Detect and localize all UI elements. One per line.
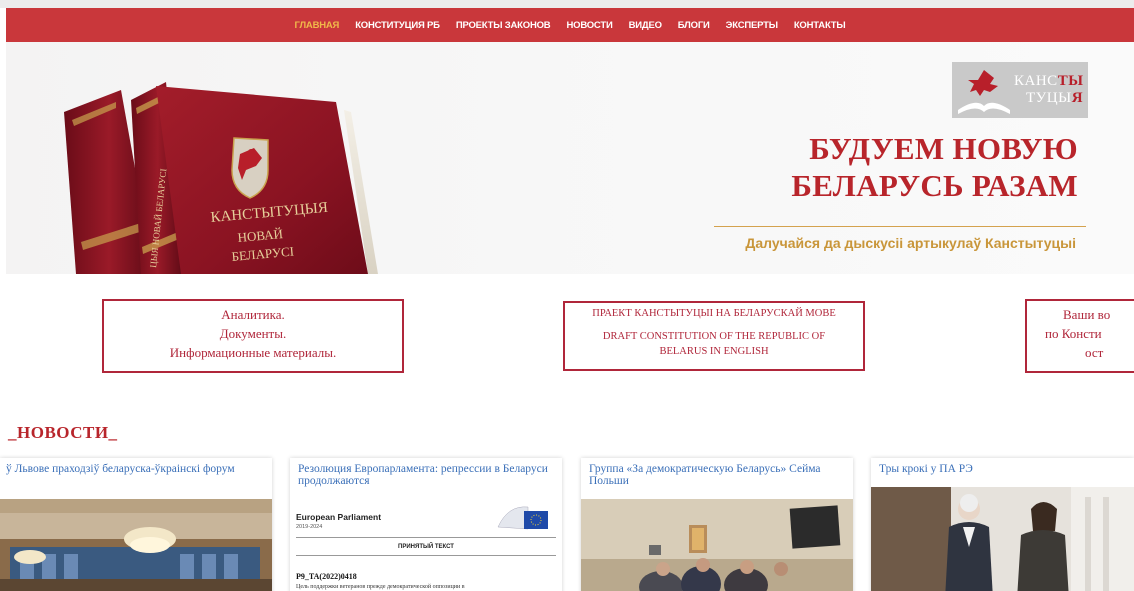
draft-line-en-1: DRAFT CONSTITUTION OF THE REPUBLIC OF [602,331,826,342]
hero-title-line-1: БУДУЕМ НОВУЮ [809,131,1078,166]
nav-item-blogs[interactable]: БЛОГИ [678,20,710,31]
front-book-cover: КАНСТЫТУЦЫЯ НОВАЙ БЕЛАРУСІ [156,86,368,274]
draft-line-en-2: BELARUS IN ENGLISH [659,346,769,357]
analytics-documents-button[interactable]: Аналитика. Документы. Информационные мат… [102,299,404,373]
nav-item-news[interactable]: НОВОСТИ [566,20,612,31]
news-card-poland-sejm[interactable]: Группа «За демократическую Беларусь» Сей… [581,458,853,591]
site-logo[interactable]: КАНСТЫ ТУЦЫЯ [952,62,1088,118]
nav-item-home[interactable]: ГЛАВНАЯ [295,20,340,31]
nav-item-experts[interactable]: ЭКСПЕРТЫ [726,20,778,31]
doc-org: European Parliament [296,512,382,522]
hero-banner: КАНСТЫТУЦЫЯ НОВАЙ БЕЛАРУСІ ЦЫЯ НОВАЙ БЕЛ… [6,42,1134,274]
news-card-image[interactable] [0,499,272,591]
doc-label: ПРИНЯТЫЙ ТЕКСТ [398,544,454,550]
nav-item-contacts[interactable]: КОНТАКТЫ [794,20,846,31]
analytics-line-1: Аналитика. [221,307,285,322]
analytics-line-2: Документы. [219,326,287,341]
questions-line-3: ост [1085,345,1104,360]
doc-body: Цель поддержки ветеранов прежде демократ… [296,584,465,590]
news-card-title[interactable]: Резолюция Европарламента: репрессии в Бе… [298,463,552,487]
hero-title: БУДУЕМ НОВУЮ БЕЛАРУСЬ РАЗАМ [791,130,1078,204]
constitution-book-image: КАНСТЫТУЦЫЯ НОВАЙ БЕЛАРУСІ ЦЫЯ НОВАЙ БЕЛ… [6,42,426,274]
nav-item-video[interactable]: ВИДЕО [629,20,662,31]
doc-ref: P9_TA(2022)0418 [296,572,357,581]
questions-line-2: по Консти [1045,326,1102,341]
analytics-line-3: Информационные материалы. [169,345,337,360]
main-nav: ГЛАВНАЯ КОНСТИТУЦИЯ РБ ПРОЕКТЫ ЗАКОНОВ Н… [6,8,1134,42]
nav-item-constitution[interactable]: КОНСТИТУЦИЯ РБ [355,20,440,31]
news-card-image[interactable]: European Parliament 2019-2024 ПРИНЯТЫЙ Т… [290,499,562,591]
news-card-european-parliament[interactable]: Резолюция Европарламента: репрессии в Бе… [290,458,562,591]
news-card-pace[interactable]: Тры крокі у ПА РЭ [871,458,1134,591]
news-heading: _НОВОСТИ_ [8,423,118,442]
hero-divider [714,226,1086,227]
news-card-lviv[interactable]: ў Львове праходзіў беларуска-ўкраінскі ф… [0,458,272,591]
news-card-title[interactable]: Группа «За демократическую Беларусь» Сей… [589,463,843,487]
news-card-image[interactable] [871,487,1134,591]
news-card-title[interactable]: Тры крокі у ПА РЭ [879,463,1124,475]
nav-item-draft-laws[interactable]: ПРОЕКТЫ ЗАКОНОВ [456,20,551,31]
top-strip [0,0,1134,8]
logo-text-top: КАНСТЫ [1014,73,1084,89]
questions-button[interactable]: Ваши во по Консти ост [1025,299,1134,373]
eu-flag-icon [497,506,548,530]
news-card-image[interactable] [581,499,853,591]
pahonia-logo-icon [958,70,1010,114]
logo-text-bottom: ТУЦЫЯ [1026,90,1084,106]
draft-constitution-button[interactable]: ПРАЕКТ КАНСТЫТУЦЫІ НА БЕЛАРУСКАЙ МОВЕ DR… [563,301,865,371]
draft-line-be: ПРАЕКТ КАНСТЫТУЦЫІ НА БЕЛАРУСКАЙ МОВЕ [592,308,836,319]
hero-title-line-2: БЕЛАРУСЬ РАЗАМ [791,168,1078,203]
doc-years: 2019-2024 [296,524,323,530]
questions-line-1: Ваши во [1063,307,1111,322]
ep-document-preview: European Parliament 2019-2024 ПРИНЯТЫЙ Т… [290,499,562,591]
hero-subtitle-link[interactable]: Далучайся да дыскусіі артыкулаў Канстыту… [745,235,1076,251]
news-card-title[interactable]: ў Львове праходзіў беларуска-ўкраінскі ф… [6,463,262,475]
